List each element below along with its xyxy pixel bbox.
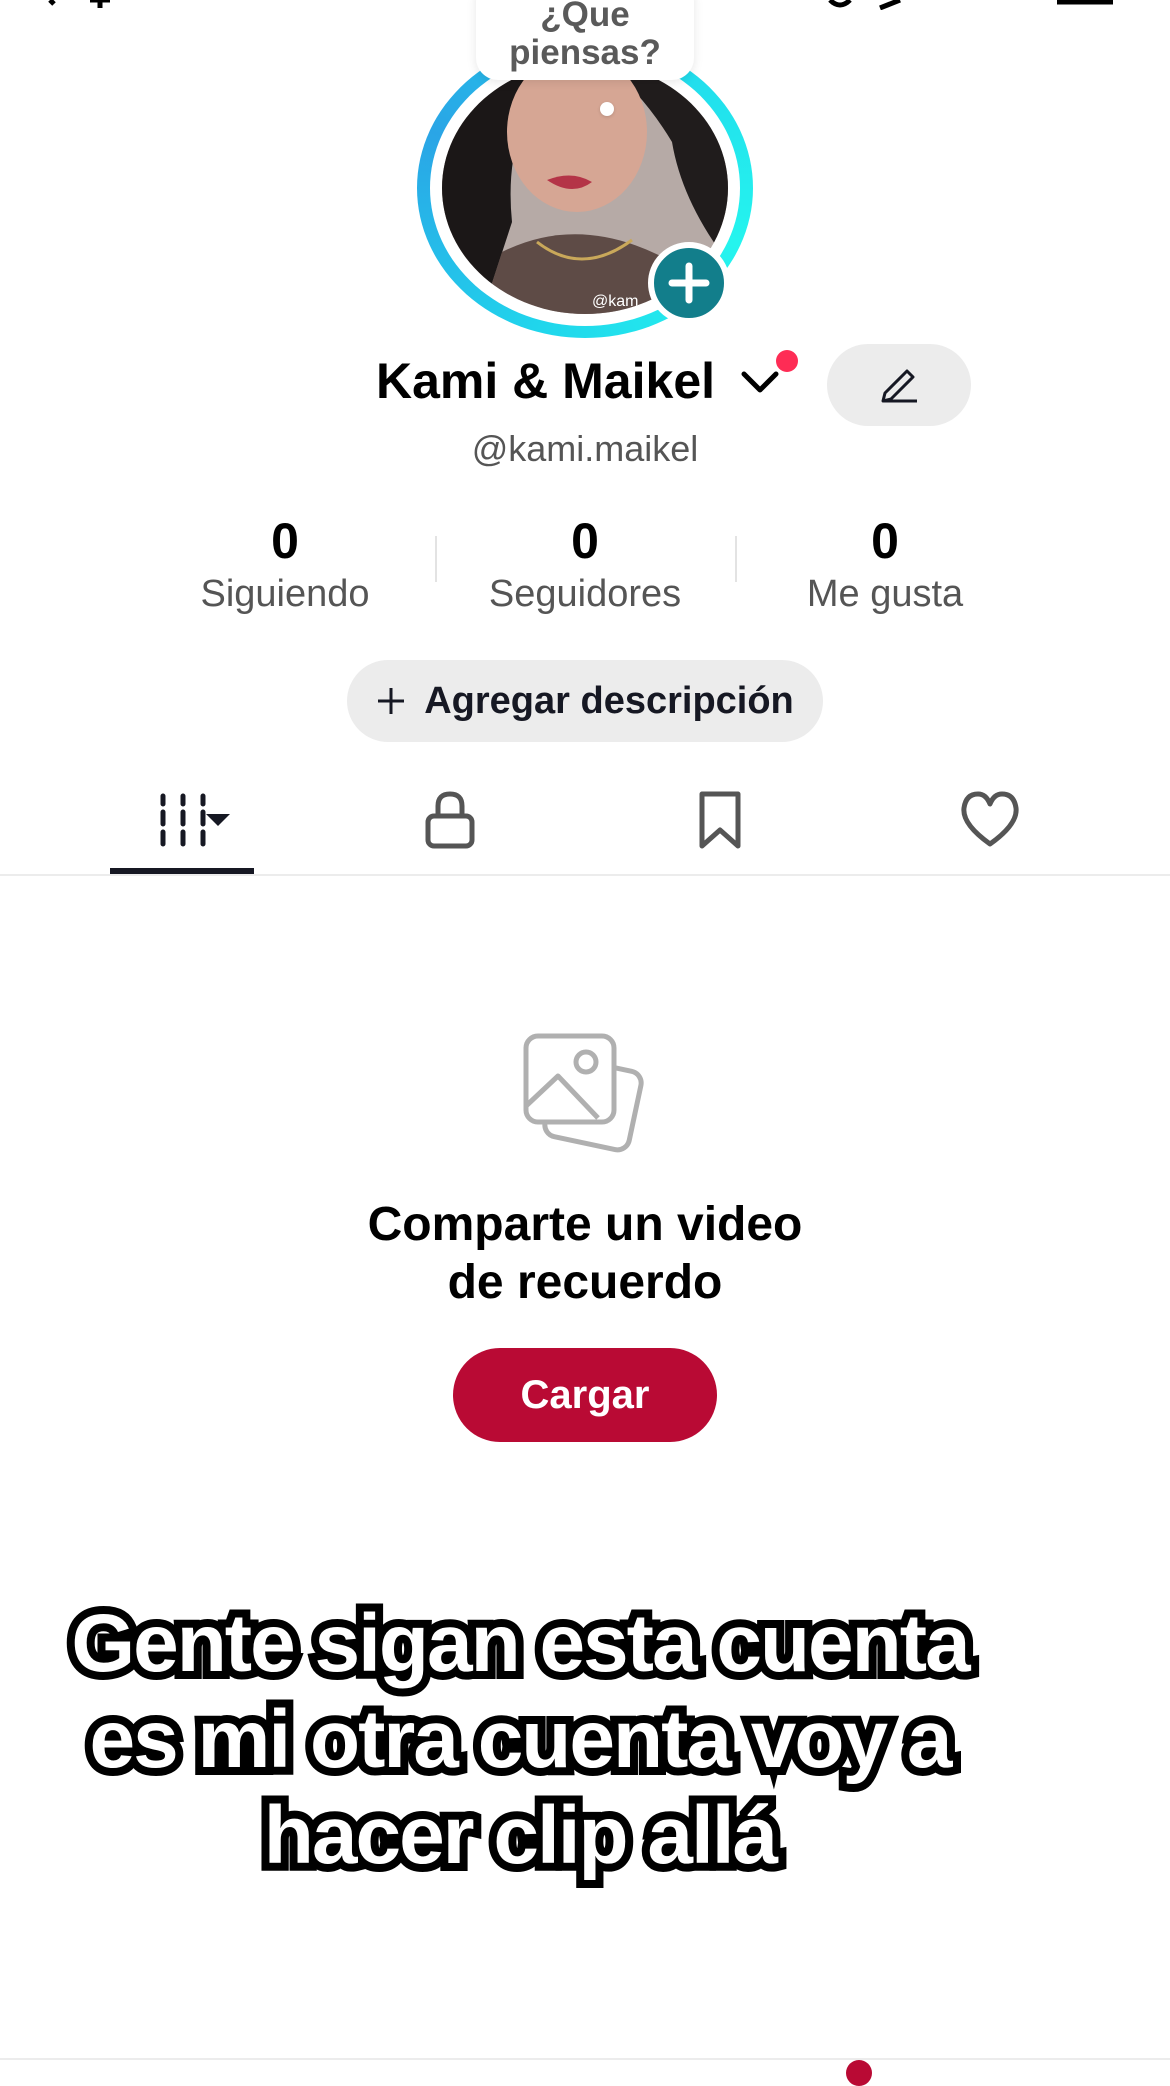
stat-value: 0	[271, 513, 299, 569]
username: @kami.maikel	[471, 428, 699, 469]
stat-value: 0	[571, 513, 599, 569]
menu-icon[interactable]	[1055, 0, 1115, 15]
tabs-divider	[0, 874, 1170, 876]
stat-divider	[735, 536, 737, 582]
empty-state-title: Comparte un video de recuerdo	[0, 1196, 1170, 1312]
stat-following[interactable]: 0 Siguiendo	[145, 510, 425, 616]
stat-label: Me gusta	[806, 573, 964, 615]
upload-button[interactable]: Cargar	[453, 1348, 717, 1442]
add-bio-button[interactable]: Agregar descripción	[347, 660, 823, 742]
bottom-nav-divider	[0, 2058, 1170, 2060]
profile-name[interactable]: Kami & Maikel	[376, 352, 715, 410]
thought-bubble-line2: piensas?	[509, 33, 661, 72]
tab-private[interactable]	[390, 770, 510, 870]
stat-likes[interactable]: 0 Me gusta	[745, 510, 1025, 616]
tab-saved[interactable]	[660, 770, 780, 870]
thought-bubble[interactable]: ¿Que piensas?	[476, 0, 694, 80]
thought-bubble-tail	[600, 102, 614, 116]
tab-videos[interactable]	[110, 770, 254, 870]
overlay-caption: Gente sigan esta cuenta es mi otra cuent…	[40, 1590, 1000, 1889]
stat-followers[interactable]: 0 Seguidores	[445, 510, 725, 616]
thought-bubble-line1: ¿Que	[540, 0, 630, 34]
plus-icon	[378, 688, 405, 714]
photo-stack-icon	[518, 1030, 654, 1165]
add-story-button[interactable]	[648, 242, 730, 324]
empty-state-title-line2: de recuerdo	[447, 1256, 723, 1309]
caret-down-icon	[206, 814, 230, 826]
add-friend-icon[interactable]	[40, 0, 130, 15]
edit-profile-button[interactable]	[827, 344, 971, 426]
overlay-caption-line2: es mi otra cuenta voy a	[82, 1686, 961, 1793]
bookmark-icon	[699, 791, 741, 849]
tab-liked[interactable]	[930, 770, 1050, 870]
plus-icon	[668, 262, 710, 304]
stat-label: Siguiendo	[200, 573, 370, 615]
overlay-caption-line1: Gente sigan esta cuenta	[63, 1590, 978, 1697]
overlay-caption-line3: hacer clip allá	[256, 1782, 786, 1889]
add-bio-label: Agregar descripción	[424, 679, 794, 722]
chevron-down-icon[interactable]	[740, 368, 780, 403]
heart-icon	[961, 791, 1019, 847]
inbox-notification-dot	[846, 2060, 872, 2086]
pencil-icon	[881, 369, 917, 403]
lock-icon	[425, 791, 475, 849]
empty-state-title-line1: Comparte un video	[367, 1198, 803, 1251]
stat-divider	[435, 536, 437, 582]
stat-value: 0	[871, 513, 899, 569]
stat-label: Seguidores	[488, 573, 682, 615]
notification-dot	[776, 350, 798, 372]
stats-icon[interactable]	[820, 0, 910, 15]
